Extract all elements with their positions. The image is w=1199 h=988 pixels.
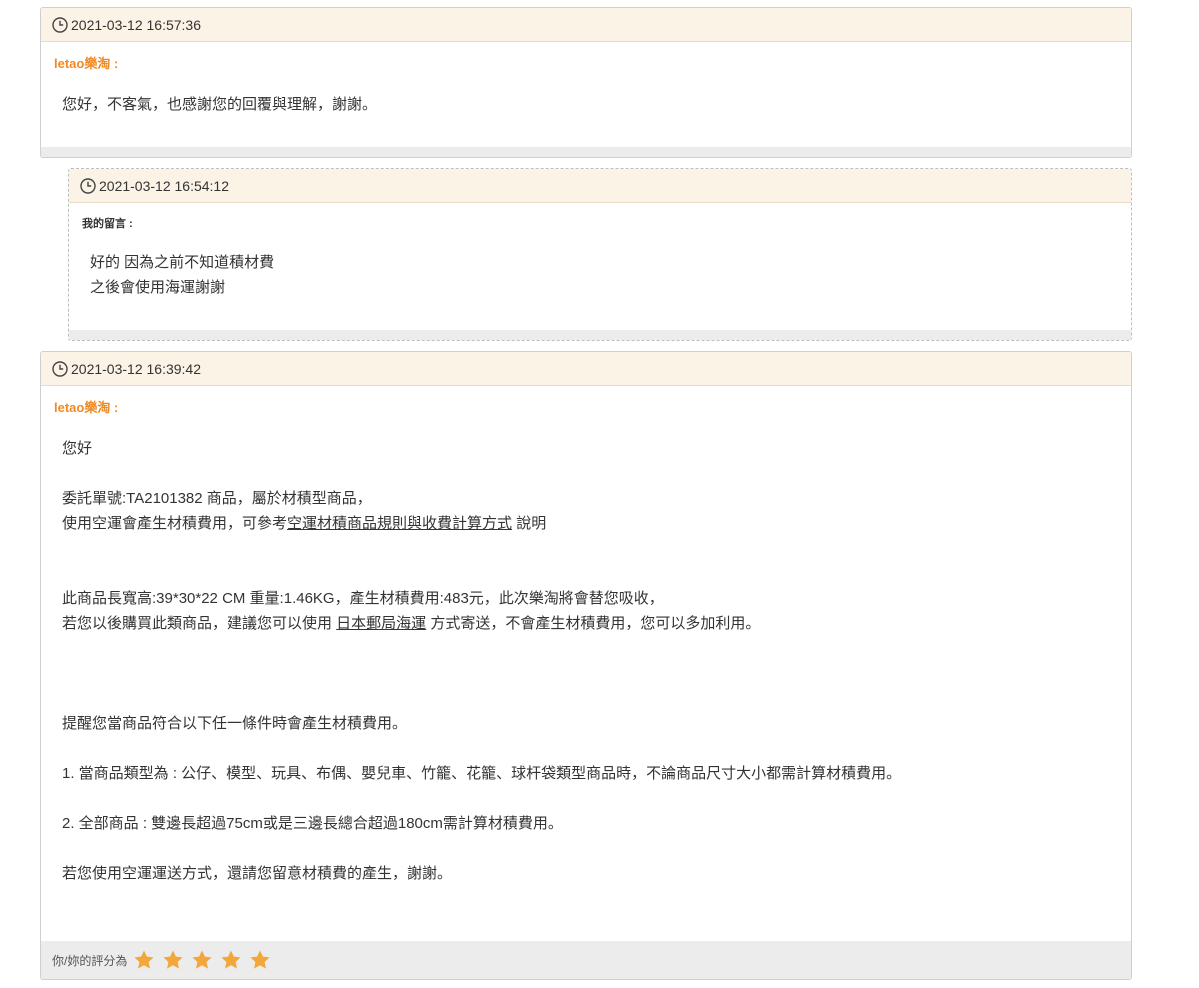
message-body: 您好，不客氣，也感謝您的回覆與理解，謝謝。 — [62, 92, 377, 117]
message-line: 好的 因為之前不知道積材費 — [90, 254, 275, 271]
star-icon[interactable] — [191, 949, 213, 971]
message-header: 2021-03-12 16:57:36 — [41, 8, 1131, 42]
message-author: 我的留言 : — [82, 218, 133, 230]
message-card: 2021-03-12 16:39:42 letao樂淘 : 您好 委託單號:TA… — [40, 351, 1132, 980]
message-timestamp: 2021-03-12 16:39:42 — [71, 360, 201, 377]
message-text: 方式寄送，不會產生材積費用，您可以多加利用。 — [426, 615, 761, 632]
message-header: 2021-03-12 16:39:42 — [41, 352, 1131, 386]
message-line: 若您使用空運運送方式，還請您留意材積費的產生，謝謝。 — [62, 865, 453, 882]
message-line: 此商品長寬高:39*30*22 CM 重量:1.46KG，產生材積費用:483元… — [62, 590, 664, 607]
message-body: 好的 因為之前不知道積材費 之後會使用海運謝謝 — [90, 250, 274, 300]
clock-icon — [80, 177, 96, 194]
rating-label: 你/妳的評分為 — [52, 953, 128, 968]
message-body: 您好 委託單號:TA2101382 商品，屬於材積型商品， 使用空運會產生材積費… — [62, 436, 901, 886]
clock-icon — [52, 360, 68, 377]
message-line: 使用空運會產生材積費用，可參考空運材積商品規則與收費計算方式 說明 — [62, 511, 901, 536]
japan-post-sea-link[interactable]: 日本郵局海運 — [336, 615, 426, 632]
air-volume-rules-link[interactable]: 空運材積商品規則與收費計算方式 — [287, 515, 512, 532]
message-line: 提醒您當商品符合以下任一條件時會產生材積費用。 — [62, 715, 408, 732]
message-timestamp: 2021-03-12 16:54:12 — [99, 177, 229, 194]
rating-stars — [133, 949, 278, 971]
message-line: 1. 當商品類型為 : 公仔、模型、玩具、布偶、嬰兒車、竹籠、花籠、球杆袋類型商… — [62, 765, 902, 782]
message-text: 若您以後購買此類商品，建議您可以使用 — [62, 615, 337, 632]
rating: 你/妳的評分為 — [41, 941, 1131, 979]
message-line: 若您以後購買此類商品，建議您可以使用 日本郵局海運 方式寄送，不會產生材積費用，… — [62, 611, 901, 636]
message-author: letao樂淘 : — [54, 400, 119, 415]
message-author: letao樂淘 : — [54, 56, 119, 71]
message-footer — [41, 147, 1131, 157]
clock-icon — [52, 16, 68, 33]
message-line: 您好 — [62, 440, 93, 457]
message-line: 2. 全部商品 : 雙邊長超過75cm或是三邊長總合超過180cm需計算材積費用… — [62, 815, 563, 832]
message-footer — [69, 330, 1131, 340]
star-icon[interactable] — [220, 949, 242, 971]
star-icon[interactable] — [133, 949, 155, 971]
rating-bar: 你/妳的評分為 — [41, 941, 1131, 979]
message-card: 2021-03-12 16:57:36 letao樂淘 : 您好，不客氣，也感謝… — [40, 7, 1132, 158]
message-timestamp: 2021-03-12 16:57:36 — [71, 16, 201, 33]
message-text: 使用空運會產生材積費用，可參考 — [62, 515, 288, 532]
message-text: 說明 — [512, 515, 547, 532]
star-icon[interactable] — [162, 949, 184, 971]
my-message-card: 2021-03-12 16:54:12 我的留言 : 好的 因為之前不知道積材費… — [68, 168, 1132, 341]
star-icon[interactable] — [249, 949, 271, 971]
message-line: 委託單號:TA2101382 商品，屬於材積型商品， — [62, 490, 372, 507]
message-line: 您好，不客氣，也感謝您的回覆與理解，謝謝。 — [62, 96, 378, 113]
message-line: 之後會使用海運謝謝 — [90, 279, 226, 296]
message-header: 2021-03-12 16:54:12 — [69, 169, 1131, 203]
